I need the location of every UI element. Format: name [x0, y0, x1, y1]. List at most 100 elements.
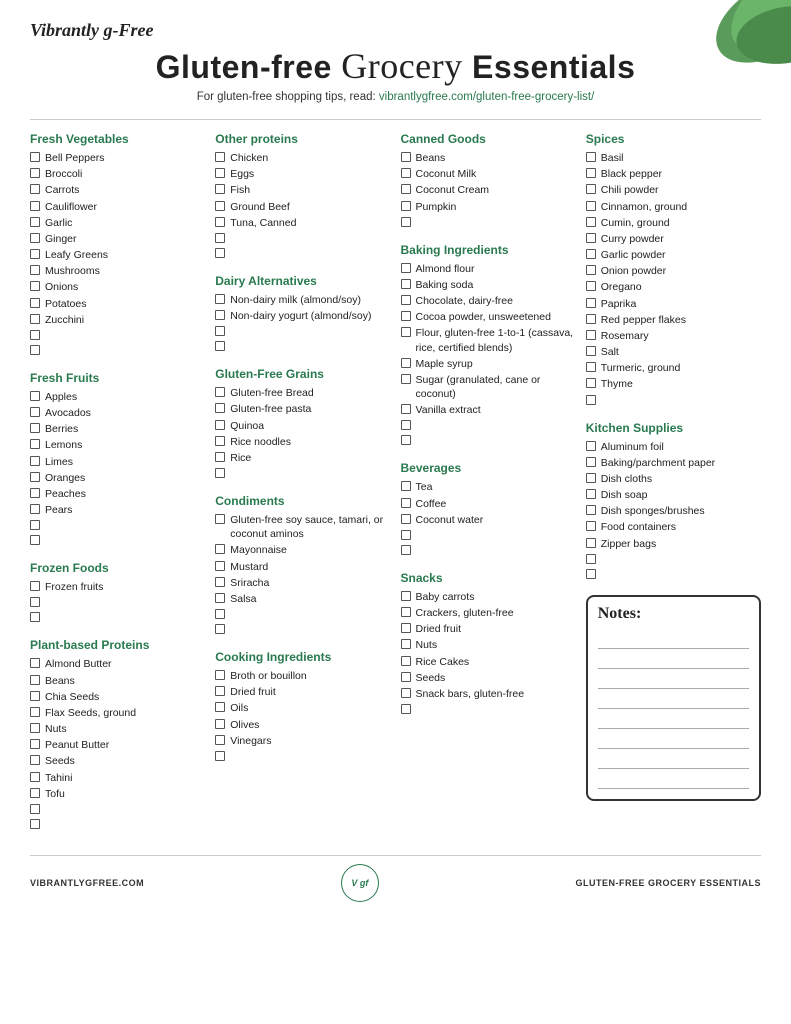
checkbox[interactable]	[30, 298, 40, 308]
checkbox[interactable]	[30, 472, 40, 482]
checkbox[interactable]	[30, 456, 40, 466]
checkbox[interactable]	[401, 704, 411, 714]
checkbox[interactable]	[401, 358, 411, 368]
checkbox[interactable]	[30, 723, 40, 733]
checkbox[interactable]	[586, 538, 596, 548]
checkbox[interactable]	[586, 184, 596, 194]
checkbox[interactable]	[401, 545, 411, 555]
checkbox[interactable]	[586, 441, 596, 451]
checkbox[interactable]	[215, 326, 225, 336]
checkbox[interactable]	[30, 707, 40, 717]
checkbox[interactable]	[30, 407, 40, 417]
checkbox[interactable]	[215, 310, 225, 320]
checkbox[interactable]	[215, 514, 225, 524]
checkbox[interactable]	[30, 581, 40, 591]
checkbox[interactable]	[401, 481, 411, 491]
checkbox[interactable]	[586, 249, 596, 259]
checkbox[interactable]	[401, 672, 411, 682]
checkbox[interactable]	[215, 420, 225, 430]
checkbox[interactable]	[586, 168, 596, 178]
checkbox[interactable]	[586, 505, 596, 515]
checkbox[interactable]	[215, 201, 225, 211]
checkbox[interactable]	[586, 346, 596, 356]
checkbox[interactable]	[586, 554, 596, 564]
checkbox[interactable]	[30, 691, 40, 701]
checkbox[interactable]	[586, 473, 596, 483]
checkbox[interactable]	[215, 719, 225, 729]
checkbox[interactable]	[30, 439, 40, 449]
checkbox[interactable]	[401, 168, 411, 178]
checkbox[interactable]	[401, 201, 411, 211]
checkbox[interactable]	[30, 423, 40, 433]
checkbox[interactable]	[30, 184, 40, 194]
checkbox[interactable]	[215, 544, 225, 554]
checkbox[interactable]	[30, 201, 40, 211]
checkbox[interactable]	[30, 675, 40, 685]
checkbox[interactable]	[401, 591, 411, 601]
checkbox[interactable]	[215, 294, 225, 304]
checkbox[interactable]	[586, 233, 596, 243]
checkbox[interactable]	[215, 735, 225, 745]
checkbox[interactable]	[586, 569, 596, 579]
checkbox[interactable]	[30, 488, 40, 498]
checkbox[interactable]	[586, 330, 596, 340]
checkbox[interactable]	[215, 670, 225, 680]
checkbox[interactable]	[30, 504, 40, 514]
checkbox[interactable]	[215, 233, 225, 243]
checkbox[interactable]	[215, 624, 225, 634]
checkbox[interactable]	[30, 612, 40, 622]
checkbox[interactable]	[586, 298, 596, 308]
checkbox[interactable]	[401, 404, 411, 414]
checkbox[interactable]	[30, 314, 40, 324]
checkbox[interactable]	[586, 281, 596, 291]
checkbox[interactable]	[586, 378, 596, 388]
checkbox[interactable]	[401, 295, 411, 305]
checkbox[interactable]	[586, 395, 596, 405]
checkbox[interactable]	[30, 168, 40, 178]
checkbox[interactable]	[401, 688, 411, 698]
checkbox[interactable]	[215, 686, 225, 696]
checkbox[interactable]	[401, 420, 411, 430]
checkbox[interactable]	[586, 152, 596, 162]
checkbox[interactable]	[401, 263, 411, 273]
checkbox[interactable]	[215, 152, 225, 162]
checkbox[interactable]	[30, 535, 40, 545]
checkbox[interactable]	[215, 452, 225, 462]
checkbox[interactable]	[215, 751, 225, 761]
checkbox[interactable]	[30, 658, 40, 668]
checkbox[interactable]	[30, 597, 40, 607]
checkbox[interactable]	[215, 436, 225, 446]
checkbox[interactable]	[215, 168, 225, 178]
checkbox[interactable]	[30, 249, 40, 259]
checkbox[interactable]	[401, 311, 411, 321]
checkbox[interactable]	[586, 217, 596, 227]
checkbox[interactable]	[215, 387, 225, 397]
checkbox[interactable]	[30, 217, 40, 227]
checkbox[interactable]	[215, 341, 225, 351]
checkbox[interactable]	[586, 201, 596, 211]
checkbox[interactable]	[30, 788, 40, 798]
checkbox[interactable]	[30, 819, 40, 829]
checkbox[interactable]	[30, 739, 40, 749]
checkbox[interactable]	[30, 152, 40, 162]
checkbox[interactable]	[401, 327, 411, 337]
checkbox[interactable]	[215, 702, 225, 712]
checkbox[interactable]	[215, 248, 225, 258]
checkbox[interactable]	[401, 279, 411, 289]
checkbox[interactable]	[30, 391, 40, 401]
checkbox[interactable]	[30, 755, 40, 765]
checkbox[interactable]	[401, 623, 411, 633]
checkbox[interactable]	[30, 281, 40, 291]
subtitle-link[interactable]: vibrantlygfree.com/gluten-free-grocery-l…	[379, 91, 594, 103]
checkbox[interactable]	[586, 314, 596, 324]
checkbox[interactable]	[401, 607, 411, 617]
checkbox[interactable]	[401, 530, 411, 540]
checkbox[interactable]	[401, 152, 411, 162]
checkbox[interactable]	[401, 435, 411, 445]
checkbox[interactable]	[30, 772, 40, 782]
checkbox[interactable]	[215, 593, 225, 603]
checkbox[interactable]	[401, 498, 411, 508]
checkbox[interactable]	[401, 639, 411, 649]
checkbox[interactable]	[586, 521, 596, 531]
checkbox[interactable]	[401, 514, 411, 524]
